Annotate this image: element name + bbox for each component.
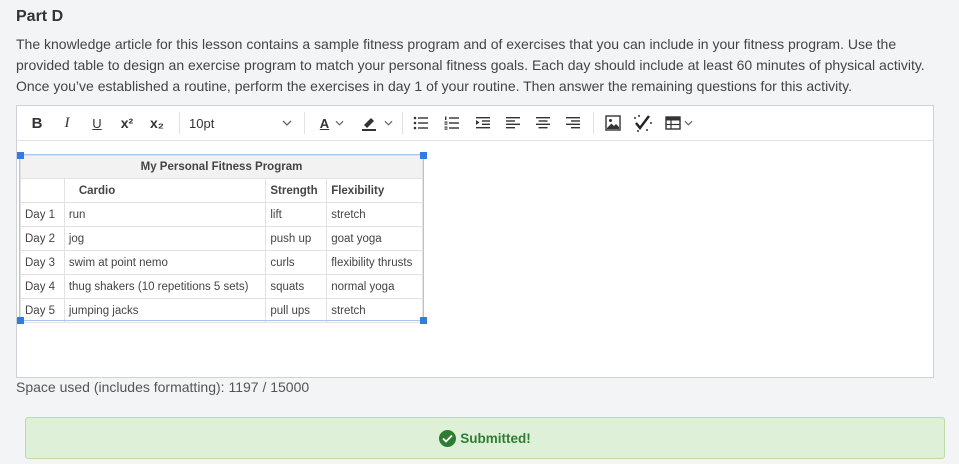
part-title: Part D [16, 8, 64, 25]
table-cell[interactable]: run [63, 202, 267, 227]
highlight-color-button[interactable] [355, 106, 397, 140]
status-text: Submitted! [460, 430, 531, 446]
table-title[interactable]: My Personal Fitness Program [20, 155, 423, 179]
chevron-down-icon [684, 120, 693, 126]
space-used-counter: Space used (includes formatting): 1197 /… [16, 379, 309, 395]
resize-handle-top-left[interactable] [17, 152, 24, 159]
resize-handle-bottom-left[interactable] [17, 317, 24, 324]
table-cell[interactable]: flexibility thrusts [326, 250, 423, 275]
font-size-select[interactable]: 10pt [186, 110, 298, 136]
toolbar-divider [402, 112, 403, 134]
highlight-icon [360, 115, 378, 131]
table-cell[interactable]: thug shakers (10 repetitions 5 sets) [63, 274, 267, 299]
table-icon [665, 116, 681, 130]
table-header-cell[interactable]: Flexibility [326, 178, 423, 203]
table-cell[interactable]: push up [265, 226, 328, 251]
resize-handle-bottom-right[interactable] [420, 317, 427, 324]
table-cell[interactable]: Day 3 [20, 250, 65, 275]
align-center-button[interactable] [532, 106, 554, 140]
chevron-down-icon [335, 120, 344, 126]
bullet-list-icon [413, 116, 429, 130]
spellcheck-button[interactable] [631, 106, 655, 140]
superscript-button[interactable]: x² [115, 106, 139, 140]
underline-button[interactable]: U [87, 106, 107, 140]
align-right-icon [565, 116, 581, 130]
insert-image-button[interactable] [602, 106, 624, 140]
fitness-program-table[interactable]: My Personal Fitness Program Cardio Stren… [20, 155, 423, 323]
submitted-banner: Submitted! [25, 417, 945, 459]
rich-text-editor[interactable]: B I U x² x₂ 10pt A My Personal Fitness P… [16, 105, 934, 378]
bullet-list-button[interactable] [410, 106, 432, 140]
table-cell[interactable]: stretch [326, 202, 423, 227]
font-size-value: 10pt [189, 115, 215, 131]
table-header-cell[interactable] [20, 178, 65, 203]
table-row: Day 1 run lift stretch [20, 202, 423, 227]
indent-button[interactable] [472, 106, 494, 140]
table-cell[interactable]: lift [265, 202, 328, 227]
align-left-icon [505, 116, 521, 130]
font-color-button[interactable]: A [313, 106, 351, 140]
toolbar-divider [179, 112, 180, 134]
image-icon [605, 115, 621, 131]
space-used-label: Space used (includes formatting): [16, 379, 225, 395]
table-cell[interactable]: jog [63, 226, 267, 251]
subscript-button[interactable]: x₂ [145, 106, 169, 140]
table-row: Day 4 thug shakers (10 repetitions 5 set… [20, 274, 423, 299]
table-cell[interactable]: pull ups [265, 298, 328, 323]
toolbar-divider [593, 112, 594, 134]
table-cell[interactable]: Day 5 [20, 298, 65, 323]
superscript-icon: x² [120, 115, 134, 131]
table-row: Day 2 jog push up goat yoga [20, 226, 423, 251]
table-cell[interactable]: Day 1 [20, 202, 65, 227]
align-left-button[interactable] [502, 106, 524, 140]
table-cell[interactable]: normal yoga [326, 274, 423, 299]
check-circle-icon [439, 429, 457, 447]
table-cell[interactable]: stretch [326, 298, 423, 323]
table-cell[interactable]: squats [265, 274, 328, 299]
table-cell[interactable]: goat yoga [326, 226, 423, 251]
bold-icon: B [31, 114, 43, 132]
toolbar-divider [304, 112, 305, 134]
align-right-button[interactable] [562, 106, 584, 140]
table-header-cell[interactable]: Strength [265, 178, 328, 203]
table-header-cell[interactable]: Cardio [63, 178, 267, 203]
fitness-table-selection[interactable]: My Personal Fitness Program Cardio Stren… [19, 154, 424, 323]
table-row: Day 5 jumping jacks pull ups stretch [20, 298, 423, 323]
table-button[interactable] [662, 106, 696, 140]
italic-button[interactable]: I [57, 106, 77, 140]
table-cell[interactable]: Day 2 [20, 226, 65, 251]
editor-toolbar: B I U x² x₂ 10pt A [17, 106, 933, 141]
align-center-icon [535, 116, 551, 130]
italic-icon: I [64, 114, 70, 131]
bold-button[interactable]: B [27, 106, 47, 140]
table-cell[interactable]: swim at point nemo [63, 250, 267, 275]
font-color-icon: A [319, 115, 330, 131]
resize-handle-top-right[interactable] [420, 152, 427, 159]
chevron-down-icon [383, 120, 393, 126]
spellcheck-icon [633, 114, 653, 132]
chevron-down-icon [282, 118, 292, 129]
instructions-text: The knowledge article for this lesson co… [16, 36, 925, 94]
numbered-list-button[interactable] [441, 106, 463, 140]
indent-icon [475, 116, 491, 130]
table-row: Day 3 swim at point nemo curls flexibili… [20, 250, 423, 275]
space-used-value: 1197 / 15000 [228, 379, 310, 395]
underline-icon: U [92, 115, 102, 131]
numbered-list-icon [444, 116, 460, 130]
subscript-icon: x₂ [149, 115, 164, 131]
table-cell[interactable]: Day 4 [20, 274, 65, 299]
editor-content[interactable]: My Personal Fitness Program Cardio Stren… [17, 141, 933, 377]
table-cell[interactable]: curls [265, 250, 328, 275]
table-cell[interactable]: jumping jacks [63, 298, 267, 323]
